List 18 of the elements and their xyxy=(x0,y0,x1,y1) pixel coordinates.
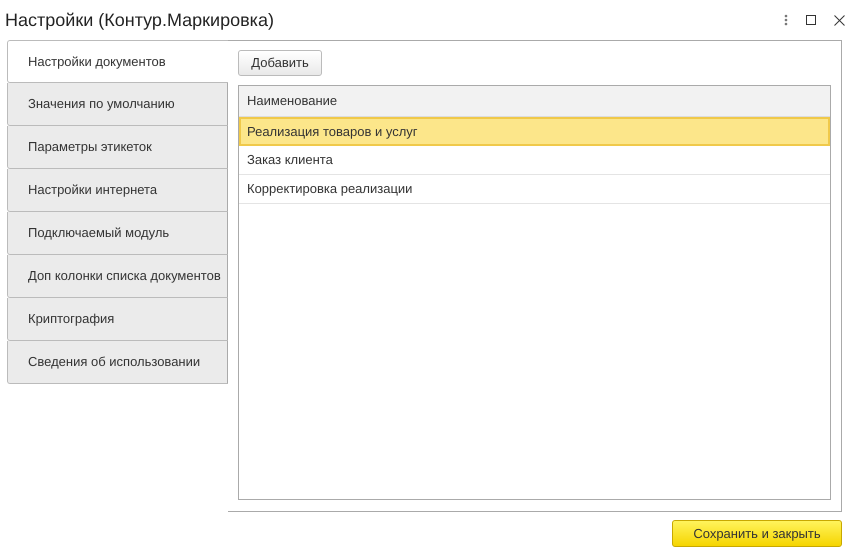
settings-tab[interactable]: Настройки интернета xyxy=(7,169,228,212)
save-and-close-button[interactable]: Сохранить и закрыть xyxy=(672,520,842,547)
close-icon[interactable] xyxy=(834,14,845,26)
settings-tab[interactable]: Доп колонки списка документов xyxy=(7,255,228,298)
settings-tab[interactable]: Параметры этикеток xyxy=(7,126,228,169)
table-row[interactable]: Корректировка реализации xyxy=(239,175,830,204)
settings-tab[interactable]: Значения по умолчанию xyxy=(7,83,228,126)
settings-tab[interactable]: Настройки документов xyxy=(7,40,228,83)
maximize-icon[interactable] xyxy=(806,14,816,26)
settings-tab[interactable]: Криптография xyxy=(7,298,228,341)
settings-tab[interactable]: Подключаемый модуль xyxy=(7,212,228,255)
table-row[interactable]: Реализация товаров и услуг xyxy=(239,117,830,146)
more-icon[interactable] xyxy=(784,14,788,26)
table-row[interactable]: Заказ клиента xyxy=(239,146,830,175)
settings-tab[interactable]: Сведения об использовании xyxy=(7,341,228,384)
add-button[interactable]: Добавить xyxy=(238,50,322,76)
window-title: Настройки (Контур.Маркировка) xyxy=(5,8,274,32)
column-header: Наименование xyxy=(247,92,338,110)
